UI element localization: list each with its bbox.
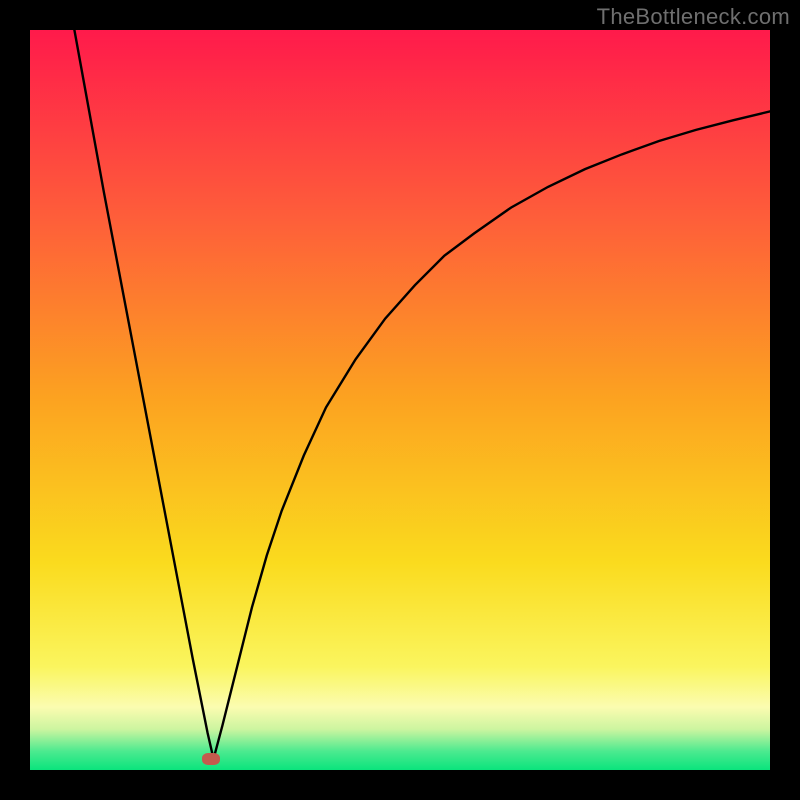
curve-left-branch xyxy=(74,30,213,759)
curve-layer xyxy=(30,30,770,770)
curve-right-branch xyxy=(214,111,770,759)
minimum-marker xyxy=(202,753,220,765)
watermark-text: TheBottleneck.com xyxy=(597,4,790,30)
plot-area xyxy=(30,30,770,770)
chart-frame: TheBottleneck.com xyxy=(0,0,800,800)
